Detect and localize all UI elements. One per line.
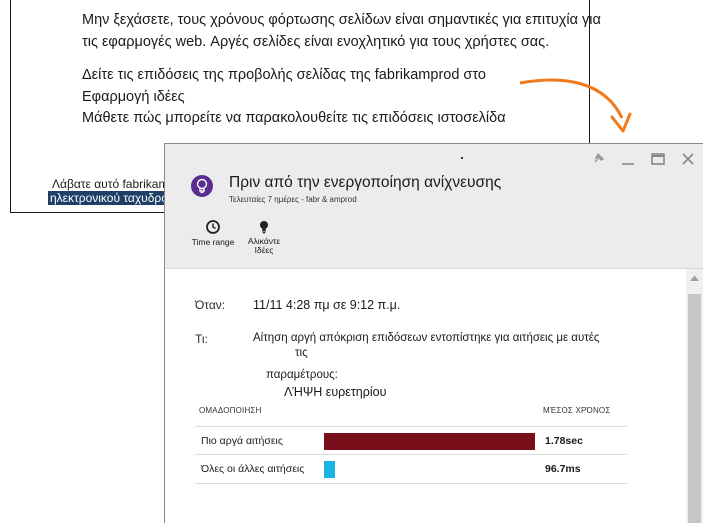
table-row: Πιο αργά αιτήσεις 1.78sec [195,426,627,455]
close-icon[interactable] [678,150,698,168]
row-value: 1.78sec [545,435,583,447]
minimize-icon[interactable] [618,150,638,168]
blade-content [165,269,686,523]
params-label: παραμέτρους: [266,369,338,381]
row-name: Όλες οι άλλες αιτήσεις [201,463,305,475]
time-range-button[interactable]: Time range [187,219,239,247]
time-range-label: Time range [191,237,235,247]
blade-title: Πριν από την ενεργοποίηση ανίχνευσης [229,174,502,191]
row-name: Πιο αργά αιτήσεις [201,435,283,447]
tips-button[interactable]: Αλικάντε Ιδέες [241,219,287,255]
params-value: ΛΉΨΗ ευρετηρίου [284,385,387,399]
blade-header: Πριν από την ενεργοποίηση ανίχνευσης Τελ… [165,144,703,269]
row-value: 96.7ms [545,463,581,475]
header-dot [461,157,463,159]
avg-time-column-header: ΜΈΣΟΣ ΧΡΌΝΟΣ [543,406,611,415]
maximize-icon[interactable] [648,150,668,168]
row-bar [324,433,535,450]
pin-icon[interactable] [588,150,608,168]
what-value-line1: Αίτηση αργή απόκριση επιδόσεων εντοπίστη… [253,332,600,344]
lightbulb-small-icon [260,221,268,234]
row-bar [324,461,335,478]
what-value-line2: τις [295,347,308,359]
detection-blade: Πριν από την ενεργοποίηση ανίχνευσης Τελ… [164,143,703,523]
lightbulb-icon [191,175,213,197]
when-label: Όταν: [195,298,226,312]
what-label: Τι: [195,332,208,346]
table-row: Όλες οι άλλες αιτήσεις 96.7ms [195,454,627,484]
scrollbar-thumb[interactable] [688,294,701,523]
clock-icon [206,220,220,234]
tips-label-line2: Ιδέες [254,245,274,255]
scroll-up-arrow-icon[interactable] [689,274,700,282]
when-value: 11/11 4:28 πμ σε 9:12 π.μ. [253,298,401,312]
grouping-column-header: ΟΜΑΔΟΠΟΙΗΣΗ [199,406,262,415]
blade-subtitle: Τελευταίες 7 ημέρες - fabr & amprod [229,195,357,204]
